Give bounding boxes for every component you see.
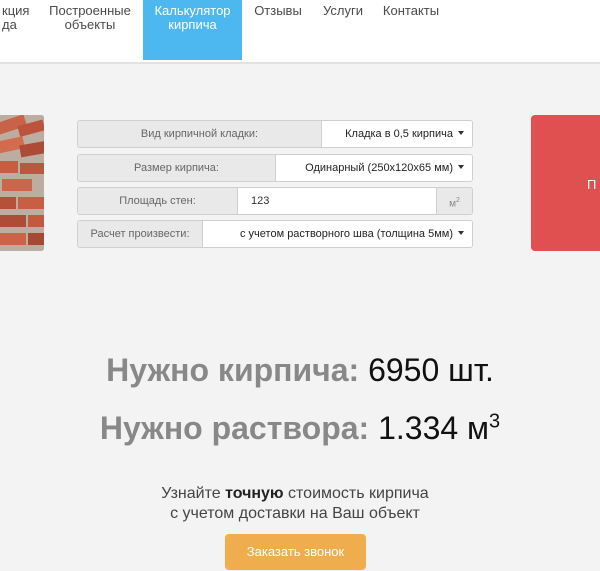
mortar-result-value: 1.334 м3 — [378, 410, 500, 446]
wall-area-input[interactable] — [238, 188, 436, 214]
calc-mode-value: с учетом растворного шва (толщина 5мм) — [240, 228, 453, 240]
masonry-type-select[interactable]: Кладка в 0,5 кирпича — [322, 121, 472, 147]
nav-item-label: да — [2, 17, 17, 32]
unit-superscript: 2 — [455, 197, 460, 204]
nav-item-label: Услуги — [323, 3, 363, 18]
delivery-info-line1: Узнайте точную стоимость кирпича — [0, 484, 590, 504]
unit-text: м — [449, 198, 456, 210]
request-call-button[interactable]: Заказать звонок — [225, 534, 366, 570]
caret-down-icon — [458, 231, 464, 235]
price-request-text: П — [587, 177, 597, 192]
nav-item-label: Отзывы — [254, 3, 302, 18]
delivery-info-line2: с учетом доставки на Ваш объект — [170, 505, 420, 522]
nav-item-reviews[interactable]: Отзывы — [252, 4, 304, 18]
calc-mode-select[interactable]: с учетом растворного шва (толщина 5мм) — [203, 221, 472, 247]
calc-mode-row: Расчет произвести: с учетом растворного … — [77, 220, 473, 248]
mortar-result-label: Нужно раствора: — [99, 410, 370, 446]
nav-item-label: кирпича — [168, 17, 217, 32]
mortar-result: Нужно раствора: 1.334 м3 — [0, 410, 600, 447]
nav-item-label: Построенные — [49, 3, 131, 18]
caret-down-icon — [458, 165, 464, 169]
masonry-type-value: Кладка в 0,5 кирпича — [345, 128, 453, 140]
delivery-info: Узнайте точную стоимость кирпича с учето… — [0, 484, 590, 524]
info-bold-text: точную — [225, 485, 284, 502]
bricks-result: Нужно кирпича: 6950 шт. — [0, 352, 600, 389]
brick-size-label: Размер кирпича: — [78, 155, 276, 181]
nav-item-contacts[interactable]: Контакты — [380, 4, 442, 18]
info-text: Узнайте — [161, 485, 226, 502]
nav-item-construction[interactable]: кция да — [2, 4, 38, 32]
price-request-panel[interactable]: П — [531, 115, 600, 251]
nav-item-brick-calculator[interactable]: Калькулятор кирпича — [143, 0, 242, 60]
wall-area-unit: м2 — [436, 188, 472, 214]
calc-mode-label: Расчет произвести: — [78, 221, 203, 247]
nav-item-label: кция — [2, 3, 30, 18]
top-nav: кция да Построенные объекты Калькулятор … — [0, 0, 600, 64]
info-text: стоимость кирпича — [283, 485, 429, 502]
masonry-type-row: Вид кирпичной кладки: Кладка в 0,5 кирпи… — [77, 120, 473, 148]
masonry-type-label: Вид кирпичной кладки: — [78, 121, 322, 147]
bricks-result-value: 6950 шт. — [368, 352, 494, 388]
nav-item-label: Калькулятор — [154, 3, 231, 18]
nav-item-built-objects[interactable]: Построенные объекты — [45, 4, 135, 32]
wall-area-row: Площадь стен: м2 — [77, 187, 473, 215]
nav-item-label: Контакты — [382, 3, 440, 18]
wall-area-label: Площадь стен: — [78, 188, 238, 214]
brick-size-value: Одинарный (250х120х65 мм) — [305, 162, 453, 174]
mortar-value-text: 1.334 м — [378, 410, 490, 446]
brick-wall-image — [0, 115, 44, 251]
bricks-result-label: Нужно кирпича: — [106, 352, 360, 388]
caret-down-icon — [458, 131, 464, 135]
brick-size-row: Размер кирпича: Одинарный (250х120х65 мм… — [77, 154, 473, 182]
nav-item-label: объекты — [64, 17, 116, 32]
brick-size-select[interactable]: Одинарный (250х120х65 мм) — [276, 155, 472, 181]
nav-item-services[interactable]: Услуги — [318, 4, 368, 18]
mortar-unit-superscript: 3 — [489, 410, 501, 433]
